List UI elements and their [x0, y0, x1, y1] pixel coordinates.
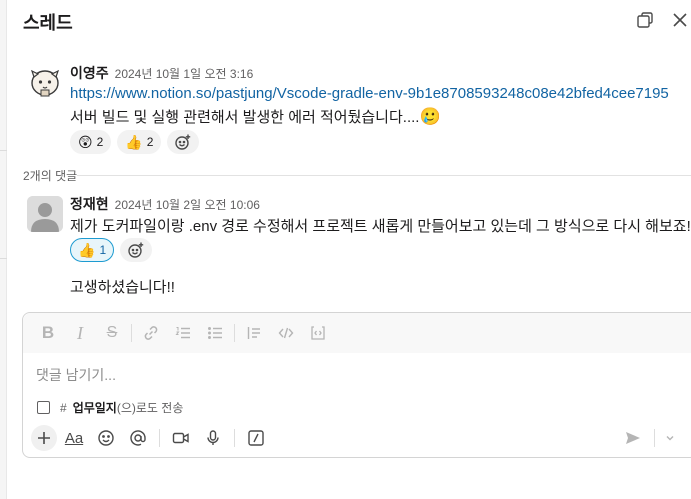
timestamp[interactable]: 2024년 10월 1일 오전 3:16	[115, 67, 254, 81]
toolbar-separator	[131, 324, 132, 342]
message-text: 고생하셨습니다!!	[70, 279, 175, 296]
add-reaction-icon	[128, 242, 144, 258]
emoji-button[interactable]	[91, 425, 121, 451]
thumbs-up-emoji: 👍	[78, 242, 96, 258]
message-text-line: 제가 도커파일이랑 .env 경로 수정해서 프로젝트 새롭게 만들어보고 있는…	[70, 215, 691, 236]
add-reaction-button[interactable]	[167, 130, 200, 154]
author-name-text[interactable]: 이영주	[70, 65, 109, 81]
blockquote-icon	[247, 327, 260, 339]
attach-button[interactable]	[31, 425, 57, 451]
toolbar-separator	[654, 429, 655, 447]
reaction-thumbs-up[interactable]: 👍 2	[117, 130, 162, 154]
slash-command-icon	[248, 430, 264, 446]
author-name-text[interactable]: 정재현	[70, 196, 109, 212]
channel-name: 업무일지	[72, 401, 117, 415]
text-format-icon: Aa	[64, 429, 84, 447]
reaction-bar: 👍 1	[70, 238, 153, 262]
ordered-list-icon	[175, 327, 190, 339]
video-camera-icon	[172, 432, 189, 444]
smile-tear-emoji: 🥲	[419, 107, 441, 126]
ordered-list-button[interactable]	[168, 319, 198, 347]
bulleted-list-icon	[208, 327, 222, 339]
italic-icon: I	[77, 322, 83, 343]
strikethrough-icon: S	[106, 324, 118, 341]
toolbar-separator	[234, 429, 235, 447]
reaction-count: 1	[99, 243, 107, 257]
mention-icon	[130, 430, 146, 446]
strikethrough-button[interactable]: S	[97, 319, 127, 347]
bold-button[interactable]: B	[33, 319, 63, 347]
italic-button[interactable]: I	[65, 319, 95, 347]
message-text-line: 고생하셨습니다!!	[70, 276, 175, 297]
reaction-count: 2	[96, 135, 104, 149]
notion-link[interactable]: https://www.notion.so/pastjung/Vscode-gr…	[70, 85, 669, 102]
message-text: 제가 도커파일이랑 .env 경로 수정해서 프로젝트 새롭게 만들어보고 있는…	[70, 218, 691, 235]
reaction-count: 2	[146, 135, 154, 149]
message-text: 서버 빌드 및 실행 관련해서 발생한 에러 적어뒀습니다....	[70, 109, 420, 126]
surprised-emoji: 😲	[78, 134, 93, 150]
open-in-window-button[interactable]	[634, 9, 656, 31]
author-name[interactable]: 정재현 2024년 10월 2일 오전 10:06	[70, 194, 260, 214]
also-send-checkbox[interactable]	[37, 401, 50, 414]
send-controls	[618, 425, 679, 451]
channel-hash: #	[60, 400, 67, 415]
timestamp[interactable]: 2024년 10월 2일 오전 10:06	[115, 198, 260, 212]
mention-button[interactable]	[123, 425, 153, 451]
divider-line	[77, 175, 691, 176]
left-pane-edge	[0, 0, 7, 499]
toolbar-separator	[159, 429, 160, 447]
message-input[interactable]: 댓글 남기기...	[36, 365, 116, 385]
code-button[interactable]	[271, 319, 301, 347]
avatar-illustration-icon	[27, 64, 63, 100]
reaction-surprised[interactable]: 😲 2	[70, 130, 112, 154]
code-icon	[278, 327, 294, 339]
link-button[interactable]	[136, 319, 166, 347]
microphone-icon	[207, 430, 219, 445]
toolbar-separator	[234, 324, 235, 342]
add-reaction-button[interactable]	[120, 238, 153, 262]
open-in-window-icon	[637, 12, 653, 28]
code-block-button[interactable]	[303, 319, 333, 347]
blockquote-button[interactable]	[239, 319, 269, 347]
emoji-icon	[98, 430, 114, 446]
default-user-avatar-icon	[27, 196, 63, 232]
message-text-line: 서버 빌드 및 실행 관련해서 발생한 에러 적어뒀습니다....🥲	[70, 106, 441, 127]
add-reaction-icon	[175, 134, 191, 150]
pane-divider	[0, 258, 7, 259]
send-button[interactable]	[618, 425, 648, 451]
reaction-thumbs-up[interactable]: 👍 1	[70, 238, 115, 262]
replies-divider: 2개의 댓글	[7, 167, 691, 184]
reply-count: 2개의 댓글	[23, 167, 84, 184]
close-button[interactable]	[669, 9, 691, 31]
message-link-line: https://www.notion.so/pastjung/Vscode-gr…	[70, 85, 669, 102]
schedule-send-button[interactable]	[661, 425, 679, 451]
close-icon	[673, 13, 687, 27]
code-block-icon	[311, 326, 325, 340]
avatar[interactable]	[27, 196, 63, 232]
link-icon	[144, 326, 158, 340]
plus-icon	[38, 432, 50, 444]
chevron-down-icon	[666, 436, 674, 441]
pane-divider	[0, 150, 7, 151]
send-icon	[626, 432, 640, 444]
reply-composer: B I S 댓글 남기기... # 업무일지(으)로도 전송 Aa	[22, 312, 691, 458]
audio-clip-button[interactable]	[198, 425, 228, 451]
avatar[interactable]	[27, 64, 63, 100]
thread-title: 스레드	[23, 13, 73, 33]
slash-command-button[interactable]	[241, 425, 271, 451]
thumbs-up-emoji: 👍	[125, 134, 143, 150]
bulleted-list-button[interactable]	[200, 319, 230, 347]
also-send-suffix: (으)로도 전송	[116, 401, 184, 415]
reaction-bar: 😲 2 👍 2	[70, 130, 200, 154]
also-send-to-channel: # 업무일지(으)로도 전송	[37, 399, 183, 416]
bold-icon: B	[41, 323, 55, 342]
thread-header: 스레드	[7, 0, 691, 40]
text-format-button[interactable]: Aa	[59, 425, 89, 451]
author-name[interactable]: 이영주 2024년 10월 1일 오전 3:16	[70, 63, 253, 83]
composer-actions: Aa	[31, 425, 689, 451]
video-clip-button[interactable]	[166, 425, 196, 451]
formatting-toolbar: B I S	[23, 313, 691, 353]
